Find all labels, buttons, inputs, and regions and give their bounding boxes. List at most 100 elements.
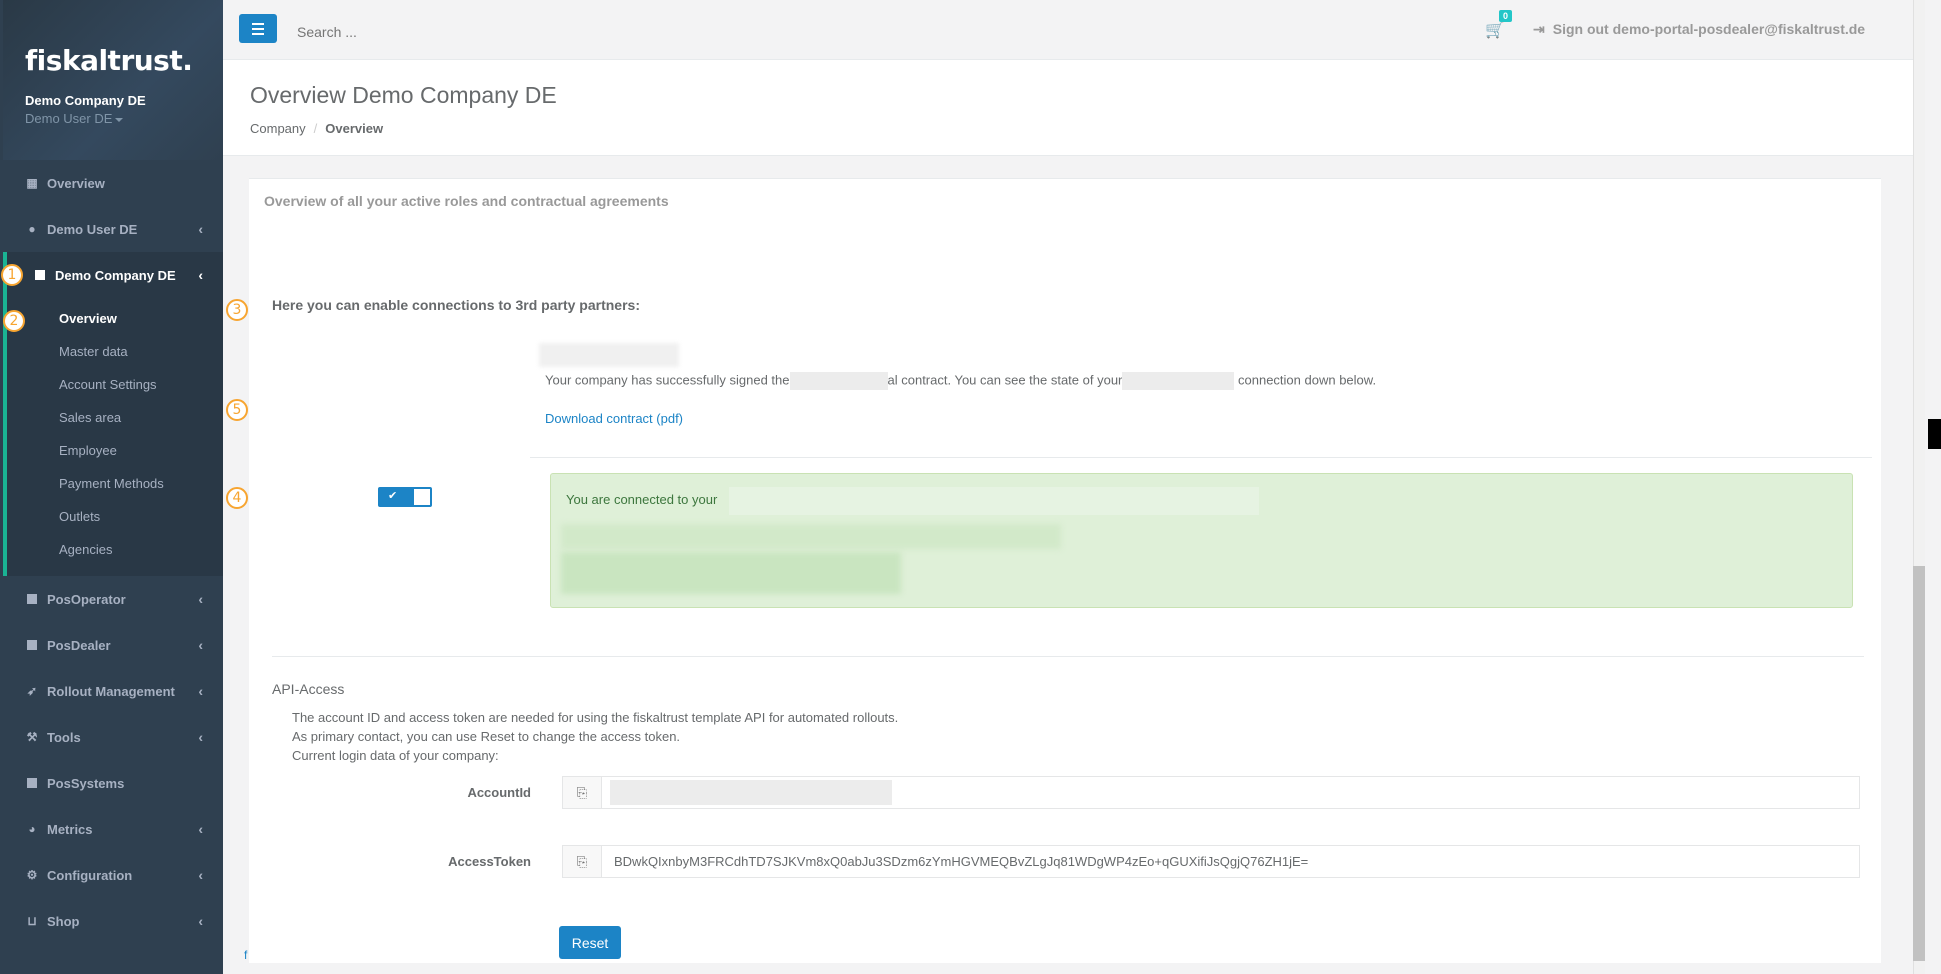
company-name: Demo Company DE xyxy=(25,93,146,108)
page-title: Overview Demo Company DE xyxy=(250,82,557,108)
sidebar-item-tools[interactable]: ⚒ Tools ‹ xyxy=(3,714,223,760)
copy-icon: ⎘ xyxy=(576,853,588,869)
access-token-value[interactable]: BDwkQIxnbyM3FRCdhTD7SJKVm8xQ0abJu3SDzm6z… xyxy=(602,846,1320,877)
pie-chart-icon: ◕ xyxy=(28,822,36,836)
sidebar-item-user[interactable]: ● Demo User DE ‹ xyxy=(3,206,223,252)
topbar: 🛒 0 ⇥ Sign out demo-portal-posdealer@fisk… xyxy=(223,0,1913,60)
building-icon xyxy=(25,638,39,652)
account-id-field: ⎘ xyxy=(562,776,1860,809)
chevron-left-icon: ‹ xyxy=(198,867,203,883)
chevron-left-icon: ‹ xyxy=(198,729,203,745)
contract-text-part3: connection down below. xyxy=(1238,372,1377,388)
connection-toggle[interactable]: ✔ xyxy=(378,487,432,507)
api-desc-line: As primary contact, you can use Reset to… xyxy=(292,729,681,744)
chevron-left-icon: ‹ xyxy=(198,637,203,653)
nav-header: fiskaltrust. Demo Company DE Demo User D… xyxy=(3,0,223,160)
submenu-item-overview[interactable]: Overview xyxy=(7,302,223,335)
connection-status-alert: You are connected to your xyxy=(550,473,1853,608)
building-icon xyxy=(25,592,39,606)
account-id-label: AccountId xyxy=(467,785,531,800)
sidebar-item-label: Demo Company DE xyxy=(55,267,176,283)
contract-text: Your company has successfully signed the… xyxy=(545,372,1376,390)
search-input[interactable] xyxy=(297,24,597,40)
submenu-item-employee[interactable]: Employee xyxy=(7,434,223,467)
sidebar: fiskaltrust. Demo Company DE Demo User D… xyxy=(0,0,223,974)
sidebar-item-rollout[interactable]: ➶ Rollout Management ‹ xyxy=(3,668,223,714)
sidebar-item-metrics[interactable]: ◕ Metrics ‹ xyxy=(3,806,223,852)
panel-title: Overview of all your active roles and co… xyxy=(264,193,669,209)
annotation-marker-2: 2 xyxy=(3,310,25,332)
connection-status-text: You are connected to your xyxy=(566,492,718,507)
menu-toggle-button[interactable] xyxy=(239,14,277,43)
breadcrumb: Company / Overview xyxy=(250,121,1886,136)
sidebar-item-label: Metrics xyxy=(47,821,93,837)
cart-count-badge: 0 xyxy=(1499,10,1513,22)
redacted-block xyxy=(561,524,1061,549)
sign-out-icon: ⇥ xyxy=(1533,21,1545,37)
contract-text-part2: al contract. You can see the state of yo… xyxy=(887,372,1123,388)
sidebar-item-label: Configuration xyxy=(47,867,133,883)
sidebar-item-label: Demo User DE xyxy=(47,221,138,237)
basket-icon: ⊔ xyxy=(27,914,37,928)
signout-label: Sign out demo-portal-posdealer@fiskaltru… xyxy=(1552,21,1866,37)
access-token-label: AccessToken xyxy=(448,854,531,869)
submenu-item-master-data[interactable]: Master data xyxy=(7,335,223,368)
scrollbar-thumb[interactable] xyxy=(1913,566,1925,961)
sidebar-item-label: PosOperator xyxy=(47,591,126,607)
copy-access-token-button[interactable]: ⎘ xyxy=(563,846,602,877)
api-desc-line: The account ID and access token are need… xyxy=(292,710,899,725)
sidebar-item-label: PosSystems xyxy=(47,775,125,791)
user-name: Demo User DE xyxy=(25,111,113,126)
check-icon: ✔ xyxy=(388,490,398,502)
sidebar-item-overview[interactable]: ▦ Overview xyxy=(3,160,223,206)
account-id-value-redacted xyxy=(610,780,892,805)
annotation-marker-3: 3 xyxy=(226,299,248,321)
cart-icon[interactable]: 🛒 xyxy=(1485,20,1505,40)
breadcrumb-company[interactable]: Company xyxy=(250,121,306,136)
cogs-icon: ⚙ xyxy=(26,868,38,882)
redacted-block xyxy=(729,487,1259,515)
page-heading: Overview Demo Company DE Company / Overvie… xyxy=(223,60,1913,156)
sidebar-item-label: Rollout Management xyxy=(47,683,175,699)
toggle-knob xyxy=(414,489,430,505)
sidebar-item-posoperator[interactable]: PosOperator ‹ xyxy=(3,576,223,622)
sidebar-item-possystems[interactable]: PosSystems xyxy=(3,760,223,806)
submenu-item-account-settings[interactable]: Account Settings xyxy=(7,368,223,401)
user-icon: ● xyxy=(28,222,36,236)
contract-text-part1: Your company has successfully signed the xyxy=(545,372,790,388)
breadcrumb-separator: / xyxy=(313,121,318,136)
sidebar-item-label: Tools xyxy=(47,729,81,745)
sidebar-item-company[interactable]: Demo Company DE ‹ xyxy=(3,252,223,298)
th-large-icon: ▦ xyxy=(26,176,38,190)
caret-down-icon xyxy=(115,117,124,122)
logo: fiskaltrust. xyxy=(25,44,193,77)
reset-button[interactable]: Reset xyxy=(559,926,621,959)
signout-link[interactable]: ⇥ Sign out demo-portal-posdealer@fiskaltr… xyxy=(1533,21,1865,38)
download-contract-link[interactable]: Download contract (pdf) xyxy=(545,411,683,426)
submenu-item-outlets[interactable]: Outlets xyxy=(7,500,223,533)
submenu-item-payment-methods[interactable]: Payment Methods xyxy=(7,467,223,500)
sidebar-item-configuration[interactable]: ⚙ Configuration ‹ xyxy=(3,852,223,898)
copy-account-id-button[interactable]: ⎘ xyxy=(563,777,602,808)
sidebar-item-label: PosDealer xyxy=(47,637,111,653)
chevron-down-icon: ‹ xyxy=(198,267,203,283)
user-dropdown[interactable]: Demo User DE xyxy=(25,111,223,126)
api-access-description: The account ID and access token are need… xyxy=(292,708,898,765)
submenu-item-sales-area[interactable]: Sales area xyxy=(7,401,223,434)
redacted-text xyxy=(1122,372,1235,390)
panel-header: Overview of all your active roles and co… xyxy=(249,178,1881,273)
redacted-text xyxy=(789,372,888,390)
chevron-left-icon: ‹ xyxy=(198,221,203,237)
annotation-marker-4: 4 xyxy=(226,487,248,509)
sidebar-item-posdealer[interactable]: PosDealer ‹ xyxy=(3,622,223,668)
wrench-icon: ⚒ xyxy=(26,730,38,744)
partner-logo-redacted xyxy=(539,343,679,367)
chevron-left-icon: ‹ xyxy=(198,591,203,607)
company-submenu: Overview Master data Account Settings Sa… xyxy=(3,298,223,576)
api-desc-line: Current login data of your company: xyxy=(292,748,499,763)
chevron-left-icon: ‹ xyxy=(198,821,203,837)
redacted-block xyxy=(561,552,901,594)
footer-link[interactable]: f xyxy=(244,948,247,962)
sidebar-item-shop[interactable]: ⊔ Shop ‹ xyxy=(3,898,223,944)
submenu-item-agencies[interactable]: Agencies xyxy=(7,533,223,566)
